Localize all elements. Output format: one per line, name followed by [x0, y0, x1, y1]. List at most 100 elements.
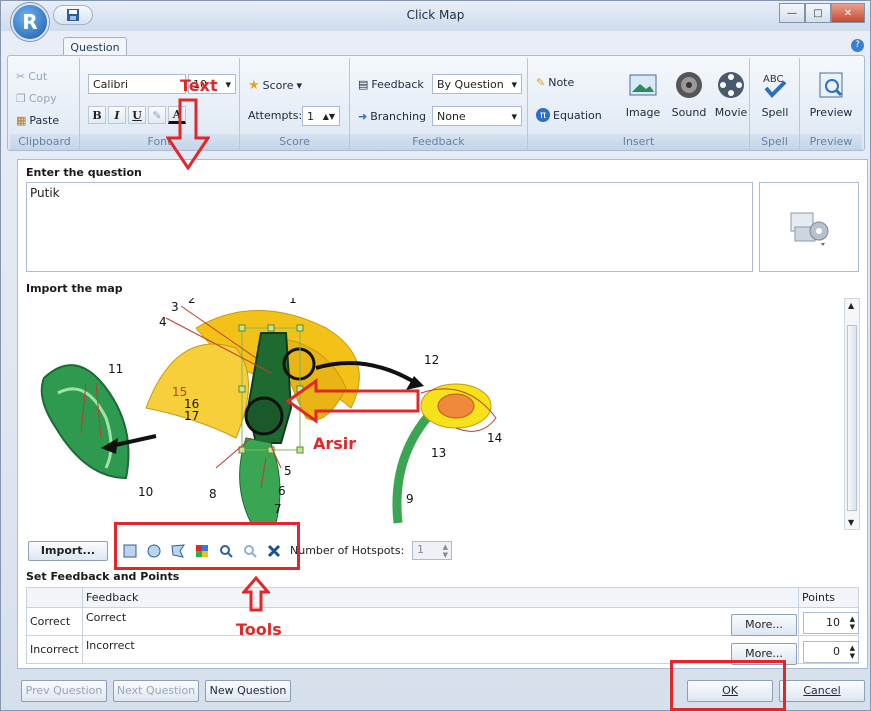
italic-button[interactable]: I	[108, 106, 126, 124]
incorrect-points-value: 0	[833, 645, 840, 658]
correct-points-stepper[interactable]: 10 ▲ ▼	[803, 612, 859, 634]
underline-button[interactable]: U	[128, 106, 146, 124]
down-arrow-annotation	[166, 98, 210, 170]
sound-button[interactable]: Sound	[666, 70, 712, 119]
close-button[interactable]: ✕	[831, 3, 865, 23]
chevron-down-icon: ▾	[225, 77, 231, 91]
chevron-down-icon: ▾	[296, 79, 302, 92]
image-button[interactable]: Image	[620, 70, 666, 119]
scroll-thumb[interactable]	[847, 325, 857, 511]
hotspots-label: Number of Hotspots:	[290, 544, 405, 557]
minimize-icon: —	[787, 7, 797, 19]
ribbon: ✂ Cut ❐ Copy ▦ Paste Clipboard Calibri 10 ▾ …	[7, 55, 865, 151]
app-menu-button[interactable]: R	[11, 3, 49, 41]
label-7: 7	[274, 502, 282, 516]
correct-more-button[interactable]: More...	[731, 614, 797, 636]
preview-button[interactable]: Preview	[808, 70, 854, 119]
paste-label: Paste	[29, 114, 60, 127]
label-6: 6	[278, 484, 286, 498]
header-points: Points	[798, 587, 859, 608]
map-canvas[interactable]: 1 2 3 4 5 6 7 8 9 10 11 12 13 14 15 16 1…	[26, 292, 839, 528]
branching-select[interactable]: None ▾	[432, 106, 522, 126]
attempts-stepper[interactable]: 1 ▲▼	[302, 106, 340, 126]
incorrect-points-stepper[interactable]: 0 ▲ ▼	[803, 641, 859, 663]
next-question-button[interactable]: Next Question	[113, 680, 199, 702]
cut-button[interactable]: ✂ Cut	[16, 70, 47, 83]
content-panel: Enter the question Putik Import the map	[17, 159, 868, 669]
movie-button[interactable]: Movie	[708, 70, 754, 119]
branching-label-text: Branching	[370, 110, 427, 123]
tab-question[interactable]: Question	[63, 37, 127, 56]
insert-group-label: Insert	[528, 134, 749, 150]
film-reel-icon	[718, 72, 744, 98]
score-label: Score	[262, 79, 294, 92]
label-17: 17	[184, 409, 199, 423]
row-label-incorrect: Incorrect	[26, 635, 83, 664]
spell-group-label: Spell	[750, 134, 799, 150]
annotation-tools-label: Tools	[236, 620, 282, 639]
highlight-button[interactable]: ✎	[148, 106, 166, 124]
cancel-button[interactable]: Cancel	[779, 680, 865, 702]
header-blank	[26, 587, 83, 608]
header-feedback: Feedback	[82, 587, 799, 608]
label-14: 14	[487, 431, 502, 445]
speaker-icon	[676, 72, 702, 98]
annotation-text-label: Text	[180, 76, 218, 95]
click-map-dialog: R Click Map — □ ✕ Question ? ✂ Cut ❐ Copy …	[0, 0, 871, 711]
feedback-value: By Question	[437, 77, 504, 91]
paste-button[interactable]: ▦ Paste	[16, 114, 59, 127]
scroll-up-icon[interactable]: ▲	[848, 301, 854, 310]
annotation-arsir-label: Arsir	[313, 434, 357, 453]
label-4: 4	[159, 315, 167, 329]
font-group-label: Font	[80, 134, 239, 150]
maximize-button[interactable]: □	[805, 3, 831, 23]
highlighter-icon: ✎	[152, 108, 162, 122]
image-icon	[629, 74, 657, 96]
group-feedback: ▤ Feedback By Question ▾ ➜ Branching None ▾ …	[350, 58, 528, 150]
prev-question-button[interactable]: Prev Question	[21, 680, 107, 702]
score-button[interactable]: ★ Score ▾	[248, 78, 302, 93]
map-scrollbar[interactable]: ▲ ▼	[844, 298, 860, 530]
table-header: Feedback Points	[26, 587, 859, 608]
cut-label: Cut	[28, 70, 48, 83]
font-family-select[interactable]: Calibri	[88, 74, 186, 94]
movie-label: Movie	[714, 106, 748, 119]
feedback-points-heading: Set Feedback and Points	[26, 570, 180, 583]
feedback-select[interactable]: By Question ▾	[432, 74, 522, 94]
label-10: 10	[138, 485, 153, 499]
branching-label: ➜ Branching	[358, 110, 426, 123]
row-label-correct: Correct	[26, 607, 83, 636]
spell-label: Spell	[761, 106, 789, 119]
note-icon: ✎	[536, 76, 546, 89]
attempts-label: Attempts:	[248, 109, 303, 122]
spellcheck-icon: ABC	[763, 74, 787, 98]
note-button[interactable]: ✎ Note	[536, 76, 574, 89]
import-button[interactable]: Import...	[28, 541, 108, 561]
copy-label: Copy	[28, 92, 57, 105]
group-font: Calibri 10 ▾ B I U ✎ A Font	[80, 58, 240, 150]
label-11: 11	[108, 362, 123, 376]
help-icon[interactable]: ?	[851, 39, 864, 52]
feedback-label: ▤ Feedback	[358, 78, 424, 91]
feedback-group-label: Feedback	[350, 134, 527, 150]
spin-icon: ▲▼	[849, 615, 855, 631]
spin-icon: ▲▼	[322, 111, 335, 121]
maximize-icon: □	[813, 7, 823, 19]
bold-button[interactable]: B	[88, 106, 106, 124]
question-heading: Enter the question	[26, 166, 142, 179]
correct-points-value: 10	[826, 616, 840, 629]
spin-icon: ▲▼	[442, 543, 448, 559]
svg-text:ABC: ABC	[763, 74, 784, 85]
label-1: 1	[289, 298, 297, 306]
media-thumbnail[interactable]	[759, 182, 859, 272]
copy-button[interactable]: ❐ Copy	[16, 92, 57, 105]
branching-icon: ➜	[358, 110, 368, 123]
correct-feedback-input[interactable]: Correct	[82, 607, 799, 636]
preview-group-label: Preview	[800, 134, 862, 150]
equation-button[interactable]: π Equation	[536, 108, 602, 122]
question-input[interactable]: Putik	[26, 182, 753, 272]
minimize-button[interactable]: —	[779, 3, 805, 23]
scroll-down-icon[interactable]: ▼	[848, 518, 854, 527]
spell-button[interactable]: ABC Spell	[752, 70, 798, 119]
new-question-button[interactable]: New Question	[205, 680, 291, 702]
